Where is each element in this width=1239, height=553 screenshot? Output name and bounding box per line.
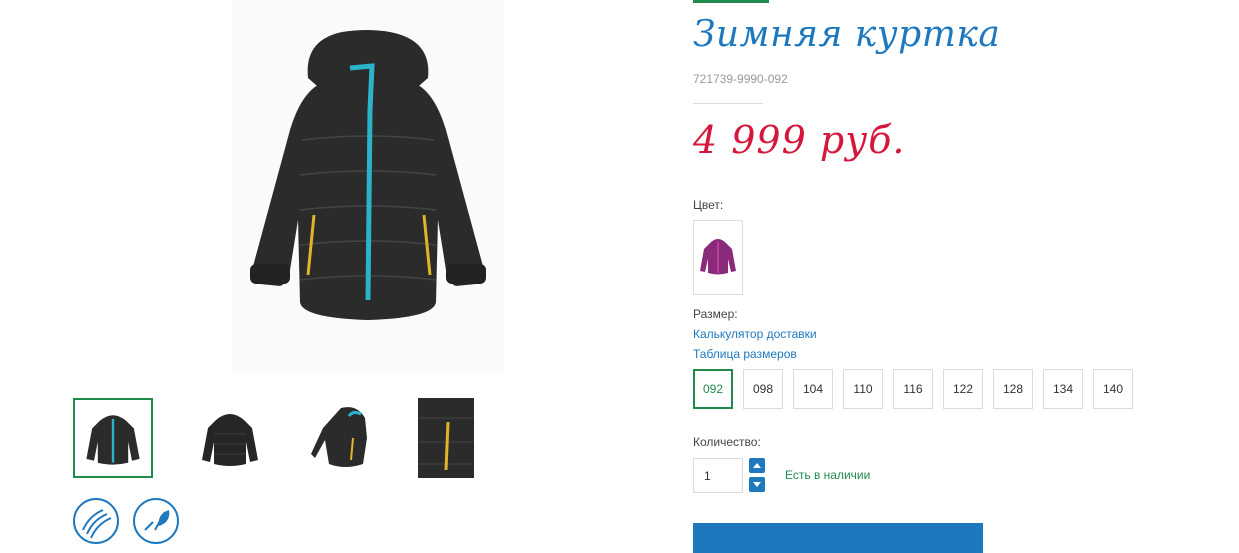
product-sku: 721739-9990-092 [693,72,788,86]
thumbnail-side[interactable] [305,398,385,478]
quantity-label: Количество: [693,435,761,449]
arrow-up-icon[interactable] [749,458,765,473]
arrow-down-icon[interactable] [749,477,765,492]
size-table-link[interactable]: Таблица размеров [693,347,797,361]
quantity-input[interactable] [693,458,743,493]
size-option[interactable]: 098 [743,369,783,409]
size-option[interactable]: 128 [993,369,1033,409]
add-to-cart-button[interactable] [693,523,983,553]
size-label: Размер: [693,307,738,321]
product-main-image[interactable] [232,0,504,372]
size-option[interactable]: 134 [1043,369,1083,409]
thumbnail-detail[interactable] [418,398,474,478]
eco-leaf-icon [133,498,179,544]
product-title: Зимняя куртка [693,14,1001,55]
size-option[interactable]: 116 [893,369,933,409]
size-option[interactable]: 110 [843,369,883,409]
thumbnail-back[interactable] [190,398,270,478]
color-label: Цвет: [693,198,724,212]
delivery-calculator-link[interactable]: Калькулятор доставки [693,327,817,341]
size-option[interactable]: 092 [693,369,733,409]
divider [693,103,763,104]
size-option[interactable]: 104 [793,369,833,409]
thumbnail-front[interactable] [73,398,153,478]
breathable-fabric-icon [73,498,119,544]
size-option[interactable]: 122 [943,369,983,409]
color-swatch[interactable] [693,220,743,295]
product-price: 4 999 руб. [693,118,906,162]
size-option[interactable]: 140 [1093,369,1133,409]
accent-bar [693,0,769,3]
stock-status: Есть в наличии [785,468,871,482]
